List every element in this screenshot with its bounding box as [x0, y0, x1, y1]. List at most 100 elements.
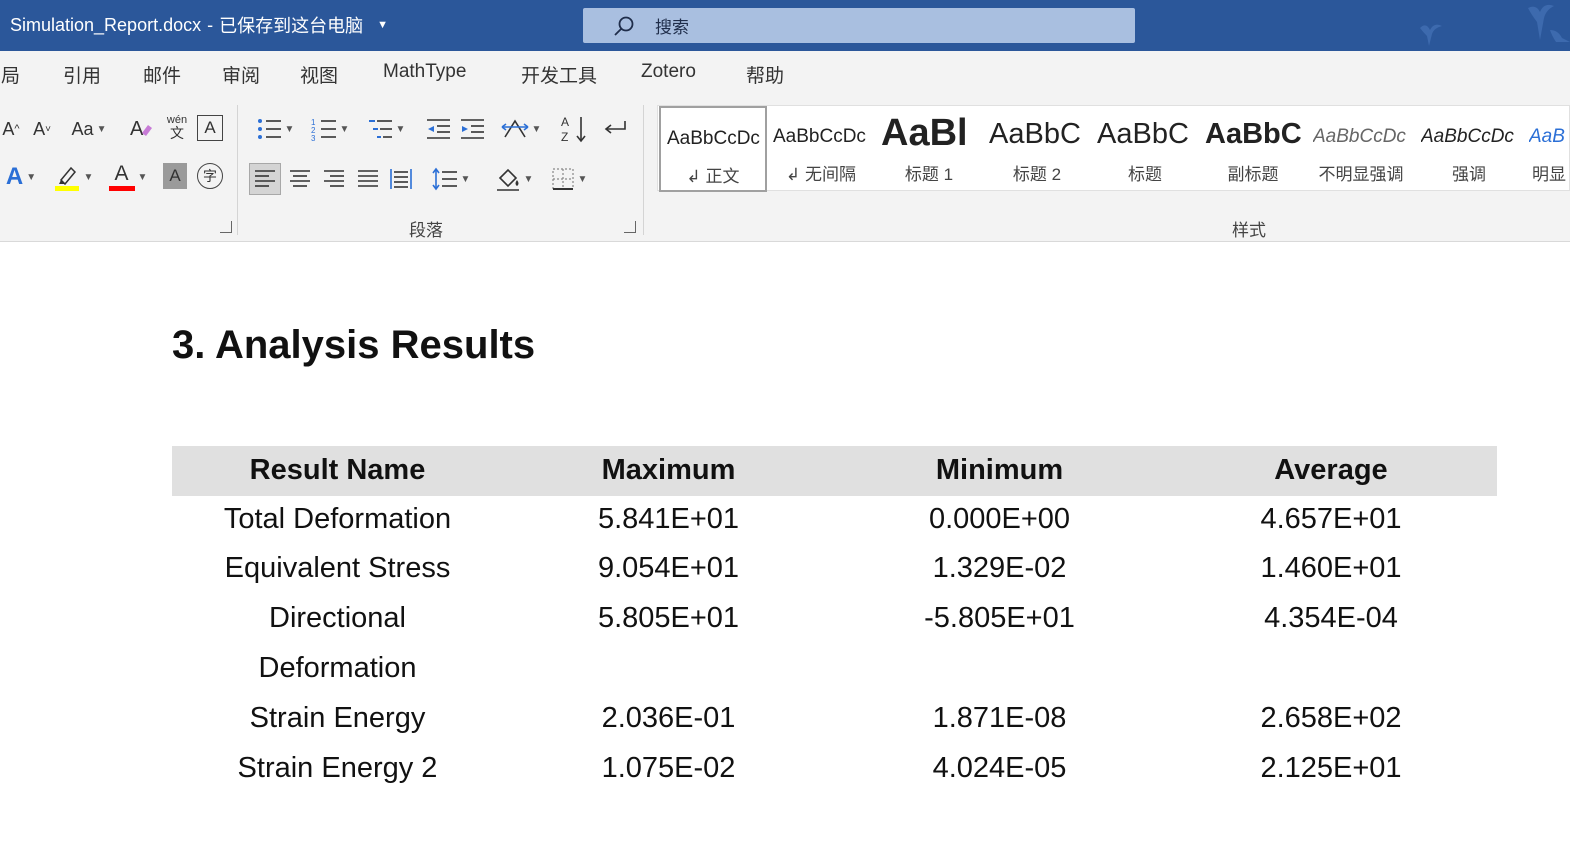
style-heading-2[interactable]: AaBbC 标题 2: [983, 106, 1091, 192]
style-name: 副标题: [1227, 165, 1279, 184]
font-color-label: A: [114, 162, 129, 185]
table-header-row: Result Name Maximum Minimum Average: [172, 446, 1497, 496]
chevron-down-icon: ▼: [523, 173, 534, 185]
search-box[interactable]: 搜索: [583, 8, 1135, 43]
document-title[interactable]: Simulation_Report.docx - 已保存到这台电脑 ▼: [10, 12, 388, 38]
chinese-layout-button[interactable]: ▼: [497, 115, 545, 143]
sort-button[interactable]: AZ: [560, 113, 588, 145]
tab-mailings[interactable]: 邮件: [143, 61, 181, 88]
table-cell-name: Strain Energy: [249, 702, 426, 734]
style-name: 不明显强调: [1318, 165, 1404, 184]
chevron-down-icon: ▼: [83, 171, 94, 183]
font-color-swatch: [108, 186, 135, 191]
increase-indent-button[interactable]: [458, 115, 486, 143]
tab-mathtype[interactable]: MathType: [383, 61, 466, 83]
font-dialog-launcher-icon[interactable]: [220, 221, 232, 233]
character-border-button[interactable]: A: [197, 115, 223, 141]
style-emphasis[interactable]: AaBbCcDc 强调: [1415, 106, 1523, 192]
phonetic-guide-button[interactable]: wén 文: [163, 111, 191, 143]
style-sample: AaBbC: [1097, 118, 1189, 150]
search-placeholder: 搜索: [655, 18, 689, 37]
document-page[interactable]: 3. Analysis Results Result Name Maximum …: [0, 243, 1570, 843]
style-name: 明显: [1532, 165, 1566, 184]
table-cell-min: 0.000E+00: [928, 503, 1071, 535]
multilevel-list-icon: [368, 120, 392, 138]
paint-bucket-icon: [496, 168, 519, 191]
style-sample: AaBbCcDc: [773, 126, 866, 147]
text-effects-button[interactable]: A ▼: [0, 163, 42, 191]
phonetic-guide-top: wén: [166, 113, 188, 126]
header-result-name: Result Name: [249, 454, 426, 486]
line-spacing-button[interactable]: ▼: [427, 163, 475, 195]
style-heading-1[interactable]: AaBl 标题 1: [875, 106, 983, 192]
multilevel-list-button[interactable]: ▼: [362, 115, 410, 143]
chevron-down-icon: ▼: [577, 173, 588, 185]
header-maximum: Maximum: [601, 454, 736, 486]
clear-formatting-icon: A: [130, 118, 152, 140]
table-cell-avg: 2.125E+01: [1260, 752, 1402, 784]
tab-developer[interactable]: 开发工具: [521, 61, 597, 88]
table-cell-name: Strain Energy 2: [237, 752, 438, 784]
tab-zotero[interactable]: Zotero: [641, 61, 696, 83]
grow-font-button[interactable]: A ^: [0, 115, 22, 143]
change-case-button[interactable]: Aa ▼: [66, 115, 112, 143]
shrink-font-button[interactable]: A ˅: [30, 115, 54, 143]
ribbon-tabs: 布局 引用 邮件 审阅 视图 MathType 开发工具 Zotero 帮助: [0, 51, 1570, 97]
chevron-down-icon: ▼: [96, 123, 107, 135]
tab-help[interactable]: 帮助: [746, 61, 784, 88]
highlight-button[interactable]: ▼: [50, 161, 96, 193]
tab-view[interactable]: 视图: [300, 61, 338, 88]
style-name: ↲ 无间隔: [786, 165, 856, 184]
align-center-icon: [290, 170, 310, 187]
bullets-button[interactable]: ▼: [251, 115, 299, 143]
group-separator: [643, 105, 644, 235]
sort-icon: AZ: [561, 115, 586, 144]
table-cell-min: 1.329E-02: [932, 552, 1067, 584]
save-status: 已保存到这台电脑: [219, 16, 364, 36]
tab-references[interactable]: 引用: [63, 61, 101, 88]
style-subtitle[interactable]: AaBbC 副标题: [1199, 106, 1307, 192]
style-intense-emphasis[interactable]: AaB 明显: [1523, 106, 1570, 192]
table-cell-name: Directional: [269, 602, 406, 634]
style-normal[interactable]: AaBbCcDc ↲ 正文: [659, 106, 767, 192]
chevron-down-icon[interactable]: ▼: [377, 19, 388, 31]
numbering-button[interactable]: 123 ▼: [306, 115, 354, 143]
document-name: Simulation_Report.docx: [10, 14, 202, 35]
paragraph-dialog-launcher-icon[interactable]: [624, 221, 636, 233]
style-subtle-emphasis[interactable]: AaBbCcDc 不明显强调: [1307, 106, 1415, 192]
svg-text:3: 3: [311, 134, 316, 141]
tab-review[interactable]: 审阅: [222, 61, 260, 88]
table-cell-min: -5.805E+01: [924, 602, 1075, 634]
table-cell-avg: 1.460E+01: [1260, 552, 1402, 584]
chevron-down-icon: ▼: [137, 171, 148, 183]
title-separator: -: [207, 14, 214, 35]
styles-group-label: 样式: [1232, 221, 1266, 240]
style-no-spacing[interactable]: AaBbCcDc ↲ 无间隔: [767, 106, 875, 192]
align-center-button[interactable]: [286, 163, 314, 195]
align-right-button[interactable]: [320, 163, 348, 195]
shading-button[interactable]: ▼: [490, 163, 538, 195]
highlighter-icon: [54, 166, 79, 191]
style-name: 标题 1: [904, 165, 954, 184]
character-border-label: A: [204, 118, 216, 137]
style-sample: AaBbC: [1205, 118, 1302, 150]
style-sample: AaBbCcDc: [1421, 126, 1514, 147]
borders-button[interactable]: ▼: [545, 163, 593, 195]
show-marks-button[interactable]: [601, 115, 629, 143]
chevron-down-icon: ▼: [339, 123, 350, 135]
decrease-indent-button[interactable]: [424, 115, 452, 143]
character-shading-button[interactable]: A: [163, 163, 187, 189]
phonetic-guide-bottom: 文: [170, 124, 184, 141]
chevron-down-icon: ▼: [395, 123, 406, 135]
clear-formatting-button[interactable]: A: [126, 113, 156, 143]
enclose-characters-button[interactable]: 字: [197, 163, 223, 189]
group-separator: [237, 105, 238, 235]
font-color-button[interactable]: A ▼: [104, 161, 152, 193]
search-icon: [613, 15, 635, 37]
justify-button[interactable]: [354, 163, 382, 195]
style-title[interactable]: AaBbC 标题: [1091, 106, 1199, 192]
distributed-button[interactable]: [387, 163, 415, 195]
align-left-button[interactable]: [249, 163, 281, 195]
tab-layout[interactable]: 布局: [0, 61, 20, 88]
align-left-icon: [255, 170, 275, 187]
